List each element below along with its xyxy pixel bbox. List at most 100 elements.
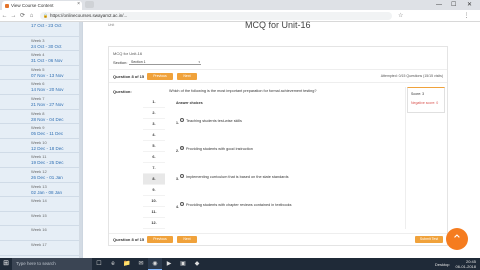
sidebar-week-item[interactable]: Week 11 19 Dec - 25 Dec	[0, 153, 82, 168]
clock[interactable]: 20:45 06-01-2018	[456, 259, 476, 269]
chevron-down-icon: ▾	[198, 60, 200, 64]
sidebar-week-item[interactable]: Week 5 07 Nov - 13 Nov	[0, 66, 82, 81]
question-number-item[interactable]: 6.	[143, 152, 165, 163]
taskbar-search[interactable]: Type here to search	[12, 258, 92, 270]
sidebar-week-item[interactable]: Week 17	[0, 241, 82, 256]
taskbar-app-icon[interactable]: e	[106, 258, 120, 270]
taskbar-app-icon[interactable]: ◆	[190, 258, 204, 270]
week-dates[interactable]: 28 Nov - 04 Dec	[31, 117, 82, 123]
url-text[interactable]: https://onlinecourses.swayam2.ac.in/...	[50, 13, 127, 18]
bottom-nav-bar: Question 8 of 15 Previous Next Submit Te…	[109, 233, 447, 245]
week-dates[interactable]: 02 Jan - 08 Jan	[31, 190, 82, 196]
sidebar-week-item[interactable]: Week 13 02 Jan - 08 Jan	[0, 183, 82, 198]
taskbar-app-icon[interactable]: ☐	[92, 258, 106, 270]
system-tray: Desktop 20:45 06-01-2018	[435, 258, 476, 270]
week-dates[interactable]: 19 Dec - 25 Dec	[31, 160, 82, 166]
maximize-icon[interactable]: ☐	[451, 0, 456, 10]
next-button[interactable]: Next	[177, 73, 197, 80]
bottom-previous-button[interactable]: Previous	[147, 236, 173, 243]
question-number-item[interactable]: 7.	[143, 163, 165, 174]
bottom-next-button[interactable]: Next	[177, 236, 197, 243]
choice-radio[interactable]	[179, 117, 184, 122]
week-name: Week 15	[31, 212, 47, 218]
answer-choice[interactable]: 2. Providing students with good instructi…	[176, 139, 396, 157]
desktop-label[interactable]: Desktop	[435, 262, 450, 267]
week-dates[interactable]: 31 Oct - 06 Nov	[31, 58, 82, 64]
new-tab-button[interactable]	[85, 1, 94, 8]
sidebar-week-item[interactable]: Week 10 12 Dec - 18 Dec	[0, 139, 82, 154]
question-number-item[interactable]: 8.	[143, 174, 165, 185]
home-icon[interactable]: ⌂	[27, 13, 36, 19]
sidebar-week-item[interactable]: Week 16	[0, 226, 82, 241]
answer-choice[interactable]: 4. Providing students with chapter review…	[176, 195, 396, 213]
divider	[405, 87, 406, 229]
sidebar-scrollbar[interactable]	[79, 22, 82, 258]
choice-radio[interactable]	[179, 201, 184, 206]
question-number-item[interactable]: 10.	[143, 196, 165, 207]
question-number-item[interactable]: 11.	[143, 207, 165, 218]
week-dates[interactable]: 21 Nov - 27 Nov	[31, 102, 82, 108]
forward-icon[interactable]: →	[9, 13, 18, 19]
sidebar-week-item[interactable]: Week 4 31 Oct - 06 Nov	[0, 51, 82, 66]
answer-choice[interactable]: 3. Implementing curriculum that is based …	[176, 167, 396, 185]
question-number-item[interactable]: 12.	[143, 218, 165, 229]
question-number-item[interactable]: 5.	[143, 141, 165, 152]
question-number-item[interactable]: 3.	[143, 119, 165, 130]
section-select[interactable]: Section 1 ▾	[129, 59, 201, 65]
answer-choice[interactable]: 1. Teaching students test-wise skills	[176, 111, 396, 129]
close-window-icon[interactable]: ✕	[467, 0, 472, 10]
question-number-item[interactable]: 4.	[143, 130, 165, 141]
question-number-item[interactable]: 2.	[143, 108, 165, 119]
star-icon[interactable]: ☆	[398, 12, 403, 19]
choice-radio[interactable]	[179, 145, 184, 150]
submit-test-button[interactable]: Submit Test	[415, 236, 443, 243]
sidebar-week-item[interactable]: Week 7 21 Nov - 27 Nov	[0, 95, 82, 110]
question-text: Which of the following is the most impor…	[169, 89, 317, 93]
sidebar-week-item[interactable]: Week 3 24 Oct - 30 Oct	[0, 37, 82, 52]
sidebar-week-item[interactable]: Week 9 05 Dec - 11 Dec	[0, 124, 82, 139]
choice-radio[interactable]	[179, 173, 184, 178]
back-icon[interactable]: ←	[0, 13, 9, 19]
sidebar-week-item[interactable]: Week 15	[0, 212, 82, 227]
menu-icon[interactable]: ⋮	[463, 12, 469, 19]
bottom-question-count: Question 8 of 15	[113, 237, 145, 242]
sidebar-week-item[interactable]: Week 12 26 Dec - 01 Jan	[0, 168, 82, 183]
tab-close-icon[interactable]: ×	[77, 1, 80, 7]
choice-text: Implementing curriculum that is based on…	[186, 175, 289, 179]
week-dates[interactable]: 12 Dec - 18 Dec	[31, 146, 82, 152]
previous-button[interactable]: Previous	[147, 73, 173, 80]
week-dates[interactable]: 26 Dec - 01 Jan	[31, 175, 82, 181]
question-count: Question 8 of 15	[113, 74, 145, 79]
browser-tab[interactable]: View Course Content ×	[2, 1, 82, 10]
taskbar-app-icon[interactable]: ✉	[134, 258, 148, 270]
question-number-item[interactable]: 9.	[143, 185, 165, 196]
score-text: Score: 3	[411, 92, 425, 96]
sidebar-week-item[interactable]: 17 Oct - 23 Oct	[0, 22, 82, 37]
address-bar[interactable]: 🔒 https://onlinecourses.swayam2.ac.in/..…	[40, 11, 392, 20]
windows-start-icon[interactable]: ⊞	[0, 258, 12, 270]
taskbar-app-icon[interactable]: ▣	[176, 258, 190, 270]
week-dates[interactable]: 05 Dec - 11 Dec	[31, 131, 82, 137]
browser-toolbar: ← → ⟳ ⌂ 🔒 https://onlinecourses.swayam2.…	[0, 10, 480, 22]
question-area: Question: 1. 2. 3. 4. 5. 6. 7. 8. 9. 10. 11. 12. Wh…	[113, 87, 403, 229]
reload-icon[interactable]: ⟳	[18, 12, 27, 19]
taskbar-app-icon[interactable]: ◉	[148, 258, 162, 270]
sidebar-week-item[interactable]: Week 6 14 Nov - 20 Nov	[0, 80, 82, 95]
week-name: Week 16	[31, 227, 47, 233]
page-title: MCQ for Unit-16	[245, 20, 311, 30]
taskbar-app-icon[interactable]: 📁	[120, 258, 134, 270]
question-number-item[interactable]: 1.	[143, 97, 165, 108]
sidebar-week-item[interactable]: Week 14	[0, 197, 82, 212]
choice-text: Teaching students test-wise skills	[186, 119, 242, 123]
week-dates[interactable]: 07 Nov - 13 Nov	[31, 73, 82, 79]
scroll-to-top-button[interactable]: ⌃	[446, 228, 468, 250]
taskbar-app-icon[interactable]: ▶	[162, 258, 176, 270]
week-dates[interactable]: 24 Oct - 30 Oct	[31, 44, 82, 50]
negative-score-text: Negative score: 0	[411, 101, 439, 105]
sidebar-week-item[interactable]: Week 8 28 Nov - 04 Dec	[0, 110, 82, 125]
question-label: Question:	[113, 89, 132, 94]
taskbar-apps: ☐ e 📁 ✉ ◉ ▶ ▣ ◆	[92, 258, 204, 270]
week-dates[interactable]: 14 Nov - 20 Nov	[31, 87, 82, 93]
minimize-icon[interactable]: —	[436, 0, 442, 10]
week-dates[interactable]: 17 Oct - 23 Oct	[31, 23, 82, 29]
